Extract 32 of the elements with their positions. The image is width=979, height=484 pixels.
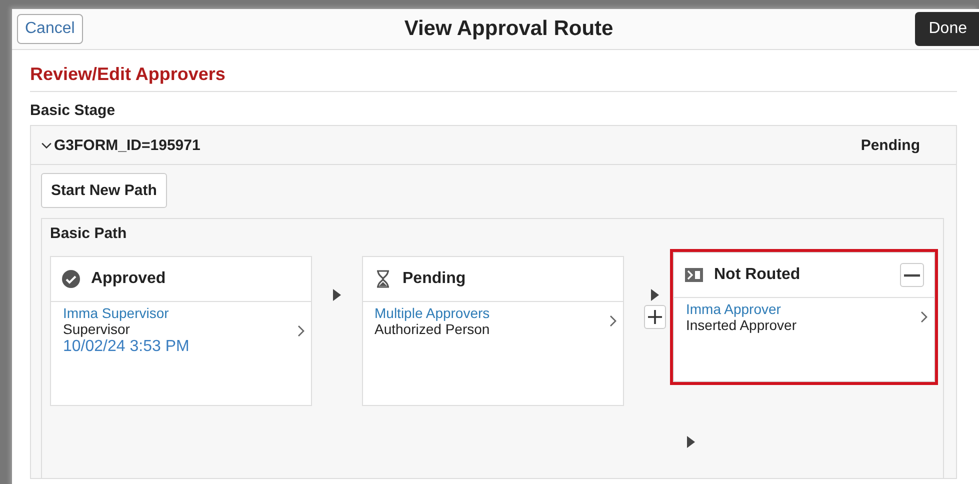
- approval-date: 10/02/24 3:53 PM: [63, 337, 190, 357]
- skip-icon: [684, 265, 704, 285]
- approver-link[interactable]: Multiple Approvers: [374, 305, 608, 321]
- approver-role: Inserted Approver: [686, 317, 798, 333]
- start-new-path-button[interactable]: Start New Path: [41, 173, 167, 208]
- approver-link[interactable]: Imma Approver: [686, 301, 920, 317]
- step-details[interactable]: Imma Supervisor Supervisor 10/02/24 3:53 PM: [51, 302, 311, 357]
- chevron-right-icon: [920, 311, 928, 323]
- add-approver-button[interactable]: [644, 305, 666, 329]
- approver-role: Supervisor: [63, 321, 131, 337]
- path-label: Basic Path: [50, 225, 128, 242]
- cancel-button[interactable]: Cancel: [17, 14, 83, 44]
- chevron-right-icon: [297, 325, 305, 337]
- approver-link[interactable]: Imma Supervisor: [63, 305, 297, 321]
- done-button[interactable]: Done: [914, 12, 979, 46]
- window-title: View Approval Route: [404, 17, 614, 41]
- step-details[interactable]: Imma Approver Inserted Approver: [674, 298, 934, 333]
- section-title: Review/Edit Approvers: [30, 50, 957, 92]
- approver-role: Authorized Person: [374, 321, 491, 337]
- step-details[interactable]: Multiple Approvers Authorized Person: [362, 302, 622, 337]
- chevron-icon: [41, 142, 52, 148]
- remove-button[interactable]: [900, 263, 924, 287]
- chevron-right-icon: [608, 315, 616, 327]
- plus-icon: [647, 309, 664, 325]
- step-status: Approved: [91, 270, 167, 288]
- stage-label: Basic Stage: [30, 101, 116, 121]
- step-status: Not Routed: [714, 266, 802, 284]
- stage-toggle[interactable]: G3FORM_ID=195971: [41, 136, 200, 154]
- stage-status: Pending: [860, 136, 920, 154]
- step-status: Pending: [402, 270, 467, 288]
- minus-icon: [904, 274, 920, 276]
- check-circle-icon: [61, 269, 81, 289]
